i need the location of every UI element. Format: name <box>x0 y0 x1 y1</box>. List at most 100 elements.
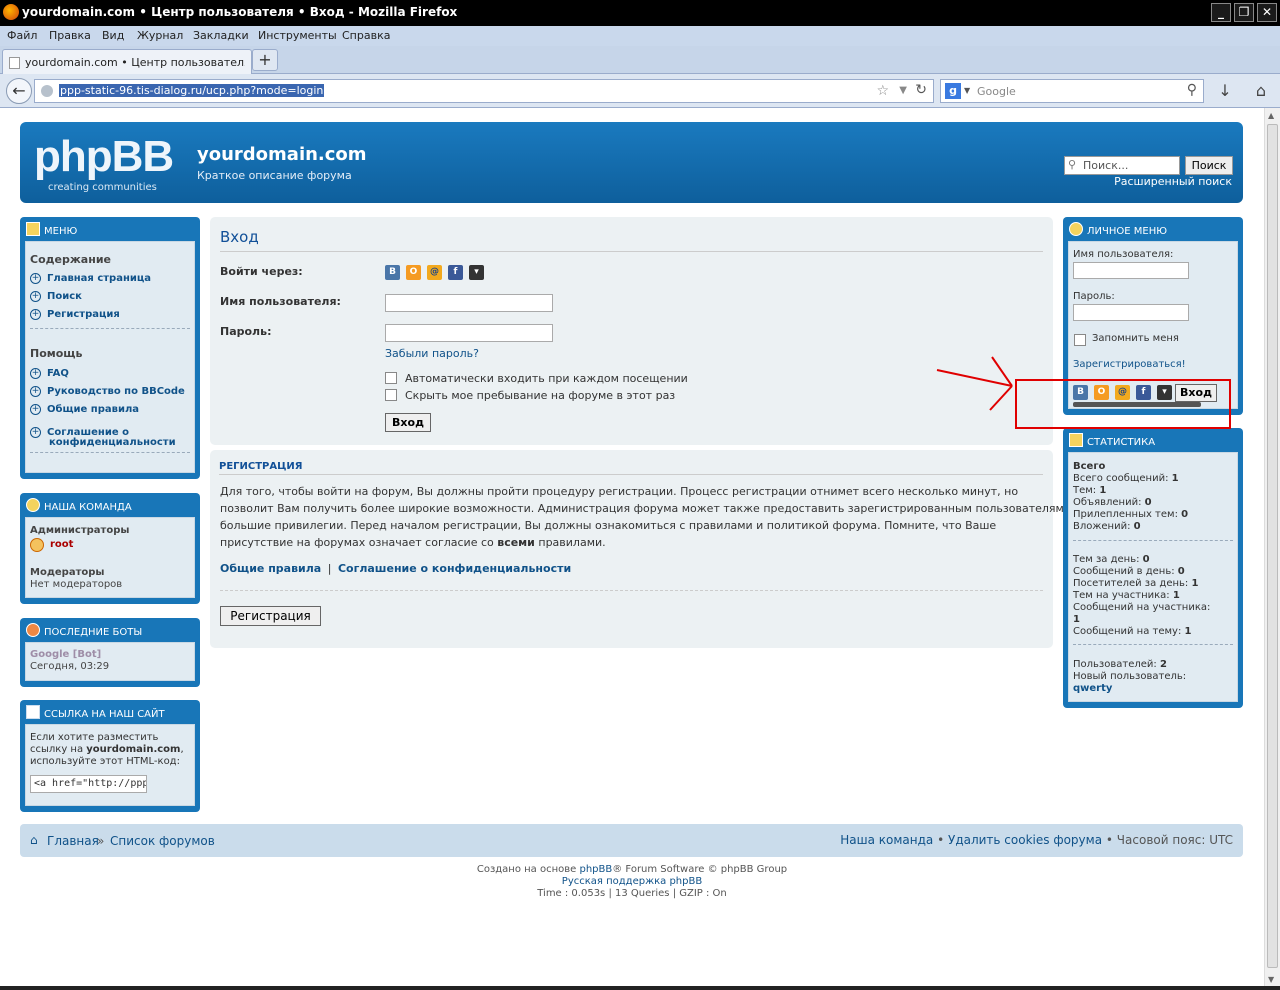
menu-history[interactable]: Журнал <box>137 29 183 42</box>
mailru-icon[interactable]: @ <box>1115 385 1130 400</box>
plus-icon: + <box>30 385 41 397</box>
footer-team-link[interactable]: Наша команда <box>840 833 933 847</box>
personal-menu-box: ЛИЧНОЕ МЕНЮ Имя пользователя: Пароль: За… <box>1063 217 1243 415</box>
facebook-icon[interactable]: f <box>448 265 463 280</box>
scrollbar-thumb[interactable] <box>1267 124 1278 968</box>
home-icon[interactable]: ⌂ <box>1250 80 1272 102</box>
more-providers-icon[interactable]: ▾ <box>469 265 484 280</box>
auto-login-label: Автоматически входить при каждом посещен… <box>405 372 688 385</box>
vk-icon[interactable]: В <box>385 265 400 280</box>
newest-user-link[interactable]: qwerty <box>1073 683 1112 695</box>
register-button[interactable]: Регистрация <box>220 606 321 626</box>
username-input[interactable] <box>385 294 553 312</box>
new-tab-button[interactable]: + <box>252 49 278 71</box>
link-box-title: ССЫЛКА НА НАШ САЙТ <box>44 709 165 720</box>
scroll-down-icon[interactable]: ▼ <box>1268 975 1274 984</box>
header-search-button[interactable]: Поиск <box>1185 156 1233 175</box>
russian-support-link[interactable]: Русская поддержка phpBB <box>562 876 702 887</box>
annotation-rect-top <box>1015 379 1231 381</box>
close-button[interactable]: ✕ <box>1257 3 1277 22</box>
menu-bar: Файл Правка Вид Журнал Закладки Инструме… <box>0 26 1280 46</box>
register-link[interactable]: Зарегистрироваться! <box>1073 359 1186 370</box>
annotation-rect-right <box>1229 379 1231 429</box>
privacy-link[interactable]: Соглашение о конфиденциальности <box>338 562 571 575</box>
forgot-password-link[interactable]: Забыли пароль? <box>385 347 479 360</box>
magnifier-icon[interactable]: ⚲ <box>1187 82 1197 98</box>
site-description: Краткое описание форума <box>197 169 352 182</box>
facebook-icon[interactable]: f <box>1136 385 1151 400</box>
password-input[interactable] <box>385 324 553 342</box>
menu-item-bbcode[interactable]: + Руководство по BBCode <box>30 384 185 397</box>
registration-text: Для того, чтобы войти на форум, Вы должн… <box>220 485 1064 549</box>
bookmark-star-icon[interactable]: ☆ <box>876 83 889 99</box>
url-text[interactable]: ppp-static-96.tis-dialog.ru/ucp.php?mode… <box>59 84 325 97</box>
url-bar[interactable]: ppp-static-96.tis-dialog.ru/ucp.php?mode… <box>34 79 934 103</box>
menu-item-search[interactable]: + Поиск <box>30 289 82 302</box>
pm-login-button[interactable]: Вход <box>1175 384 1217 402</box>
admin-username[interactable]: root <box>50 539 73 550</box>
hide-online-checkbox[interactable] <box>385 389 397 401</box>
odnoklassniki-icon[interactable]: О <box>406 265 421 280</box>
navigation-bar: ← ppp-static-96.tis-dialog.ru/ucp.php?mo… <box>0 74 1280 108</box>
minimize-button[interactable]: _ <box>1211 3 1231 22</box>
menu-view[interactable]: Вид <box>102 29 124 42</box>
footer-cookies-link[interactable]: Удалить cookies форума <box>948 833 1102 847</box>
menu-item-register[interactable]: + Регистрация <box>30 307 120 320</box>
stats-block-2: Тем за день: 0 Сообщений в день: 0 Посет… <box>1073 554 1211 637</box>
menu-tools[interactable]: Инструменты <box>258 29 337 42</box>
phpbb-link[interactable]: phpBB <box>579 864 612 875</box>
header-search-input[interactable]: Поиск... <box>1064 156 1180 175</box>
vertical-scrollbar[interactable]: ▲ ▼ <box>1264 108 1280 986</box>
vk-icon[interactable]: В <box>1073 385 1088 400</box>
login-submit-button[interactable]: Вход <box>385 413 431 432</box>
code-icon <box>26 705 40 719</box>
reload-icon[interactable]: ↻ <box>915 82 927 98</box>
menu-help[interactable]: Справка <box>342 29 390 42</box>
bots-box-title: ПОСЛЕДНИЕ БОТЫ <box>44 627 143 638</box>
footer-home-link[interactable]: Главная <box>47 834 99 848</box>
search-bar[interactable]: g ▼ Google ⚲ <box>940 79 1204 103</box>
status-strip <box>0 986 1280 990</box>
menu-edit[interactable]: Правка <box>49 29 91 42</box>
stats-icon <box>1069 433 1083 447</box>
scroll-up-icon[interactable]: ▲ <box>1268 111 1274 120</box>
menu-item-home[interactable]: + Главная страница <box>30 271 151 284</box>
menu-bookmarks[interactable]: Закладки <box>193 29 249 42</box>
bot-name[interactable]: Google [Bot] <box>30 649 101 660</box>
plus-icon: + <box>30 403 41 415</box>
browser-tab[interactable]: yourdomain.com • Центр пользователя • В.… <box>2 49 252 75</box>
engine-dropdown-icon[interactable]: ▼ <box>964 86 970 95</box>
tab-title: yourdomain.com • Центр пользователя • В.… <box>25 56 245 69</box>
menu-item-privacy-line2[interactable]: конфиденциальности <box>49 437 176 448</box>
home-icon[interactable]: ⌂ <box>30 833 38 847</box>
breadcrumb-separator: » <box>97 834 105 848</box>
rules-link[interactable]: Общие правила <box>220 562 321 575</box>
pm-password-input[interactable] <box>1073 304 1189 321</box>
globe-icon <box>41 85 53 97</box>
chevron-down-icon[interactable]: ▼ <box>899 85 907 96</box>
advanced-search-link[interactable]: Расширенный поиск <box>1114 175 1232 188</box>
google-icon[interactable]: g <box>945 83 961 99</box>
search-icon: ⚲ <box>1068 158 1077 171</box>
menu-file[interactable]: Файл <box>7 29 37 42</box>
menu-item-rules[interactable]: + Общие правила <box>30 402 139 415</box>
search-placeholder: Google <box>977 85 1016 98</box>
mailru-icon[interactable]: @ <box>427 265 442 280</box>
remember-me-checkbox[interactable] <box>1074 334 1086 346</box>
window-titlebar: yourdomain.com • Центр пользователя • Вх… <box>0 0 1280 26</box>
pm-username-input[interactable] <box>1073 262 1189 279</box>
stats-users: Пользователей: 2 <box>1073 659 1167 670</box>
menu-item-faq[interactable]: + FAQ <box>30 366 69 379</box>
phpbb-logo[interactable]: phpBB creating communities <box>34 132 174 193</box>
odnoklassniki-icon[interactable]: О <box>1094 385 1109 400</box>
maximize-button[interactable]: ❐ <box>1234 3 1254 22</box>
more-providers-icon[interactable]: ▾ <box>1157 385 1172 400</box>
admin-avatar-icon <box>30 538 44 552</box>
footer-forums-link[interactable]: Список форумов <box>110 834 215 848</box>
link-code-field[interactable]: <a href="http://ppp <box>30 775 147 793</box>
back-button[interactable]: ← <box>6 78 32 104</box>
bots-box: ПОСЛЕДНИЕ БОТЫ Google [Bot] Сегодня, 03:… <box>20 618 200 687</box>
login-title: Вход <box>220 228 259 246</box>
download-icon[interactable]: ↓ <box>1214 80 1236 102</box>
auto-login-checkbox[interactable] <box>385 372 397 384</box>
